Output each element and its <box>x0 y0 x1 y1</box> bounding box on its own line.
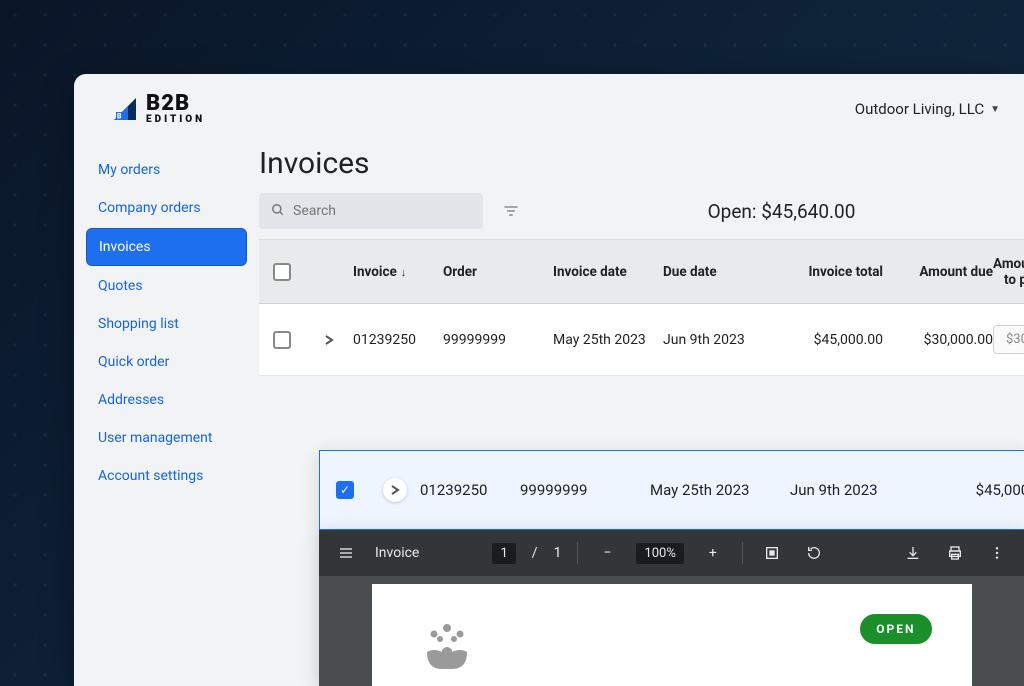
search-input-wrapper[interactable] <box>259 193 483 229</box>
col-amount-to-pay[interactable]: Amount to pay <box>993 256 1024 288</box>
cell-invoice-date: May 25th 2023 <box>650 481 790 499</box>
sidebar-item-quotes[interactable]: Quotes <box>86 268 247 304</box>
pdf-toolbar: Invoice 1 / 1 − 100% + <box>319 530 1024 576</box>
cell-order: 99999999 <box>520 481 650 499</box>
pdf-page-separator: / <box>532 545 538 561</box>
rotate-button[interactable] <box>801 540 827 566</box>
select-all-checkbox[interactable] <box>273 263 291 281</box>
sidebar-item-user-management[interactable]: User management <box>86 420 247 456</box>
cell-invoice-total: $45,000.00 <box>920 481 1024 499</box>
amount-to-pay-input[interactable]: $30,000.00 <box>993 325 1024 354</box>
svg-text:B: B <box>117 113 122 121</box>
open-total: Open: $45,640.00 <box>539 200 1024 223</box>
sidebar-item-invoices[interactable]: Invoices <box>86 228 247 266</box>
brand-logo: B B2B EDITION <box>110 93 205 125</box>
sidebar-item-addresses[interactable]: Addresses <box>86 382 247 418</box>
sidebar: My orders Company orders Invoices Quotes… <box>74 144 259 686</box>
cell-invoice-date: May 25th 2023 <box>553 332 663 348</box>
col-amount-due[interactable]: Amount due <box>883 264 993 280</box>
col-invoice-date[interactable]: Invoice date <box>553 264 663 280</box>
cell-due-date: Jun 9th 2023 <box>663 332 773 348</box>
company-logo-icon <box>412 614 932 678</box>
company-switcher[interactable]: Outdoor Living, LLC ▼ <box>855 100 1000 118</box>
invoices-table: Invoice↓ Order Invoice date Due date Inv… <box>259 239 1024 376</box>
expand-row-button[interactable] <box>317 328 341 352</box>
logo-mark-icon: B <box>110 94 140 124</box>
pdf-viewer: Invoice 1 / 1 − 100% + <box>319 530 1024 686</box>
cell-invoice-total: $45,000.00 <box>773 332 883 348</box>
sidebar-item-shopping-list[interactable]: Shopping list <box>86 306 247 342</box>
col-invoice-total[interactable]: Invoice total <box>773 264 883 280</box>
hamburger-icon[interactable] <box>333 540 359 566</box>
row-checkbox-checked[interactable]: ✓ <box>336 481 354 499</box>
pdf-title: Invoice <box>375 545 419 561</box>
pdf-zoom-value[interactable]: 100% <box>636 543 683 564</box>
zoom-in-button[interactable]: + <box>700 540 726 566</box>
fit-page-button[interactable] <box>759 540 785 566</box>
cell-due-date: Jun 9th 2023 <box>790 481 920 499</box>
print-button[interactable] <box>942 540 968 566</box>
cell-invoice: 01239250 <box>420 481 520 499</box>
table-row[interactable]: 01239250 99999999 May 25th 2023 Jun 9th … <box>259 304 1024 376</box>
cell-invoice: 01239250 <box>353 332 443 348</box>
more-options-button[interactable] <box>984 540 1010 566</box>
cell-amount-due: $30,000.00 <box>883 332 993 348</box>
brand-subtitle: EDITION <box>146 115 205 125</box>
col-order[interactable]: Order <box>443 264 553 280</box>
search-icon <box>271 202 285 221</box>
brand-name: B2B <box>146 93 205 115</box>
sidebar-item-account-settings[interactable]: Account settings <box>86 458 247 494</box>
sidebar-item-company-orders[interactable]: Company orders <box>86 190 247 226</box>
filter-button[interactable] <box>497 197 525 225</box>
cell-order: 99999999 <box>443 332 553 348</box>
company-name: Outdoor Living, LLC <box>855 100 984 118</box>
collapse-row-button[interactable] <box>383 478 407 502</box>
search-input[interactable] <box>293 203 471 219</box>
chevron-down-icon: ▼ <box>990 104 1000 115</box>
col-due-date[interactable]: Due date <box>663 264 773 280</box>
zoom-out-button[interactable]: − <box>594 540 620 566</box>
sidebar-item-my-orders[interactable]: My orders <box>86 152 247 188</box>
download-button[interactable] <box>900 540 926 566</box>
col-invoice[interactable]: Invoice↓ <box>353 264 443 280</box>
sidebar-item-quick-order[interactable]: Quick order <box>86 344 247 380</box>
status-badge: OPEN <box>860 614 931 644</box>
pdf-page-total: 1 <box>554 545 562 561</box>
pdf-page-current[interactable]: 1 <box>492 543 515 564</box>
sort-desc-icon: ↓ <box>401 266 407 279</box>
expanded-row[interactable]: ✓ 01239250 99999999 May 25th 2023 Jun 9t… <box>319 450 1024 530</box>
row-checkbox[interactable] <box>273 331 291 349</box>
page-title: Invoices <box>259 144 1024 193</box>
pdf-page: OPEN Market Consulting, LLC I <box>372 584 972 686</box>
